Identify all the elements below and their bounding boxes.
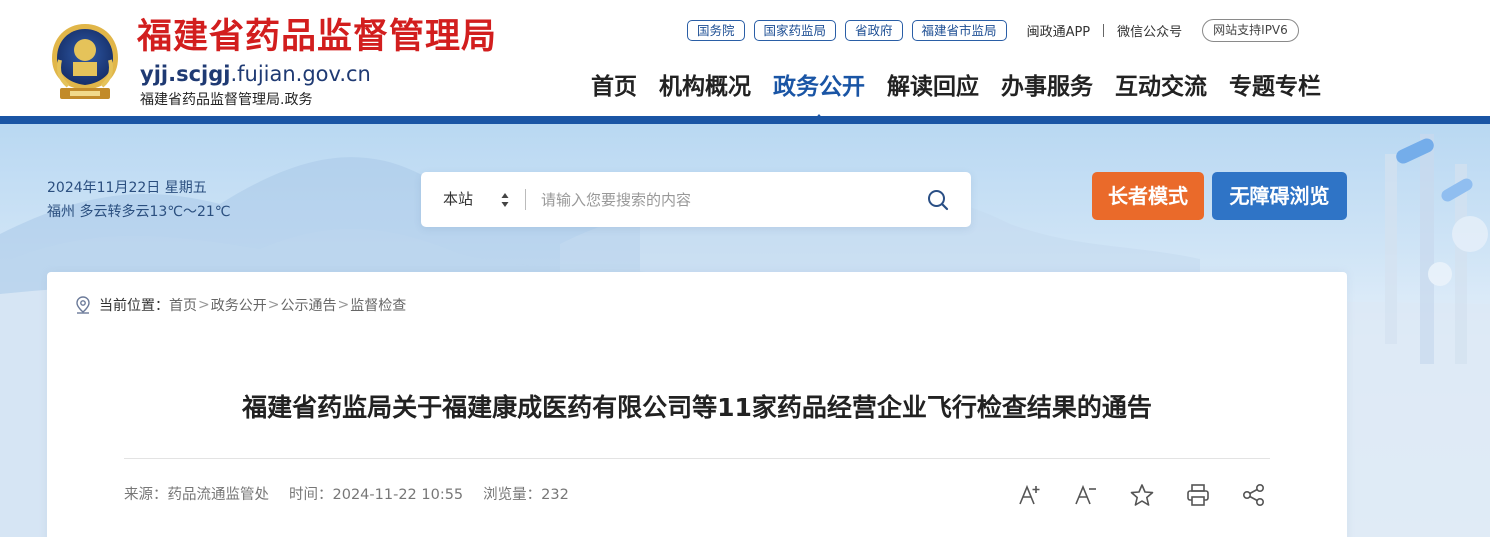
site-domain: yjj.scjgj.fujian.gov.cn xyxy=(140,60,371,88)
link-state-council[interactable]: 国务院 xyxy=(687,19,745,41)
main-nav: 首页 机构概况 政务公开 解读回应 办事服务 互动交流 专题专栏 xyxy=(580,70,1332,121)
site-header: 福建省药品监督管理局 yjj.scjgj.fujian.gov.cn 福建省药品… xyxy=(0,0,1490,121)
elder-mode-button[interactable]: 长者模式 xyxy=(1092,172,1204,220)
search-icon[interactable] xyxy=(927,189,949,211)
top-links: 国务院 国家药监局 省政府 福建省市监局 闽政通APP 微信公众号 网站支持IP… xyxy=(687,18,1299,42)
site-subtitle: 福建省药品监督管理局.政务 xyxy=(140,92,313,108)
article-title: 福建省药监局关于福建康成医药有限公司等11家药品经营企业飞行检查结果的通告 xyxy=(242,393,1152,422)
favorite-star-icon[interactable] xyxy=(1129,482,1155,508)
article-meta: 来源：药品流通监管处 时间：2024-11-22 10:55 浏览量：232 xyxy=(124,483,589,504)
link-nmpa[interactable]: 国家药监局 xyxy=(753,19,837,41)
search-box: 本站 xyxy=(421,172,971,227)
nav-special-topics[interactable]: 专题专栏 xyxy=(1218,70,1332,104)
share-icon[interactable] xyxy=(1241,482,1267,508)
breadcrumb: 当前位置： 首页 > 政务公开 > 公示通告 > 监督检查 xyxy=(75,295,406,315)
search-scope-select[interactable]: 本站 xyxy=(443,172,473,227)
divider xyxy=(525,189,526,210)
breadcrumb-inspection[interactable]: 监督检查 xyxy=(350,295,406,315)
breadcrumb-separator: > xyxy=(337,297,350,313)
weather-info: 福州 多云转多云13℃～21℃ xyxy=(47,204,231,220)
breadcrumb-notices[interactable]: 公示通告 xyxy=(280,295,336,315)
nav-home[interactable]: 首页 xyxy=(580,70,648,104)
breadcrumb-separator: > xyxy=(198,297,210,313)
ipv6-badge: 网站支持IPV6 xyxy=(1202,18,1299,42)
article-tools xyxy=(1017,482,1267,508)
breadcrumb-separator: > xyxy=(267,297,280,313)
site-title[interactable]: 福建省药品监督管理局 xyxy=(137,14,497,60)
divider xyxy=(1103,23,1105,37)
current-date: 2024年11月22日 星期五 xyxy=(47,180,207,196)
link-app[interactable]: 闽政通APP xyxy=(1027,21,1091,40)
breadcrumb-label: 当前位置： xyxy=(99,298,169,314)
nav-interpretation[interactable]: 解读回应 xyxy=(876,70,990,104)
article-views: 浏览量：232 xyxy=(483,487,569,503)
date-weather: 2024年11月22日 星期五 福州 多云转多云13℃～21℃ xyxy=(47,176,231,224)
header-accent-bar xyxy=(0,116,1490,124)
nav-interaction[interactable]: 互动交流 xyxy=(1104,70,1218,104)
link-provincial-gov[interactable]: 省政府 xyxy=(845,19,903,41)
nav-services[interactable]: 办事服务 xyxy=(990,70,1104,104)
breadcrumb-home[interactable]: 首页 xyxy=(169,295,197,315)
article-time: 时间：2024-11-22 10:55 xyxy=(289,487,464,503)
divider xyxy=(124,458,1270,459)
link-market-supervision[interactable]: 福建省市监局 xyxy=(911,19,1007,41)
font-increase-icon[interactable] xyxy=(1017,482,1043,508)
nav-about[interactable]: 机构概况 xyxy=(648,70,762,104)
breadcrumb-gov-affairs[interactable]: 政务公开 xyxy=(211,295,267,315)
location-pin-icon xyxy=(76,296,90,314)
updown-arrow-icon[interactable] xyxy=(501,192,509,208)
print-icon[interactable] xyxy=(1185,482,1211,508)
search-input[interactable] xyxy=(541,182,901,217)
link-wechat[interactable]: 微信公众号 xyxy=(1117,21,1182,40)
accessible-browse-button[interactable]: 无障碍浏览 xyxy=(1212,172,1347,220)
site-domain-bold: yjj.scjgj xyxy=(140,62,231,86)
font-decrease-icon[interactable] xyxy=(1073,482,1099,508)
article-source: 来源：药品流通监管处 xyxy=(124,487,269,503)
site-domain-rest: .fujian.gov.cn xyxy=(230,62,371,86)
national-emblem-icon[interactable] xyxy=(46,20,124,102)
nav-gov-affairs[interactable]: 政务公开 xyxy=(762,70,876,121)
article-panel: 当前位置： 首页 > 政务公开 > 公示通告 > 监督检查 福建省药监局关于福建… xyxy=(47,272,1347,537)
